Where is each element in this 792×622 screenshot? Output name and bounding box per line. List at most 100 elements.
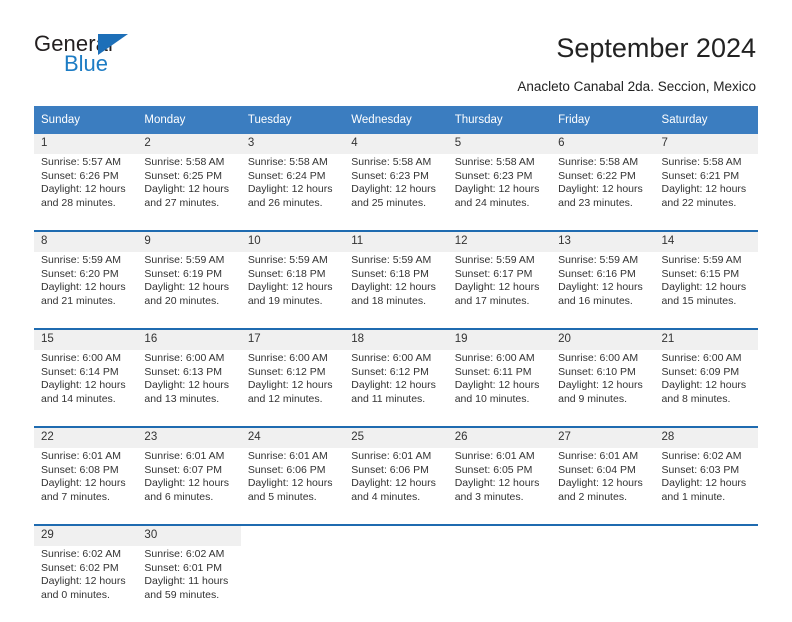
daylight-text-line1: Daylight: 12 hours bbox=[144, 379, 230, 392]
daylight-text-line1: Daylight: 12 hours bbox=[351, 379, 436, 392]
sunset-text: Sunset: 6:18 PM bbox=[351, 267, 429, 280]
day-info: Sunrise: 6:00 AM Sunset: 6:14 PM Daylight:… bbox=[34, 350, 138, 426]
daylight-text-line2: and 28 minutes. bbox=[41, 196, 116, 209]
sunrise-text: Sunrise: 6:00 AM bbox=[247, 352, 328, 364]
day-number[interactable]: 19 bbox=[447, 330, 552, 350]
day-number[interactable]: 16 bbox=[137, 330, 241, 350]
day-info: Sunrise: 5:59 AM Sunset: 6:15 PM Daylight:… bbox=[654, 252, 758, 328]
day-number[interactable]: 11 bbox=[344, 232, 448, 252]
sunrise-text: Sunrise: 5:59 AM bbox=[144, 254, 225, 266]
sunset-text: Sunset: 6:21 PM bbox=[661, 169, 740, 182]
daylight-text-line1: Daylight: 12 hours bbox=[661, 379, 747, 392]
day-info-row: Sunrise: 6:01 AM Sunset: 6:08 PM Daylight:… bbox=[34, 448, 758, 524]
day-number[interactable]: 14 bbox=[654, 232, 758, 252]
day-number[interactable]: 27 bbox=[551, 428, 655, 448]
day-number-row: 29 30 bbox=[34, 526, 758, 546]
daylight-text-line2: and 19 minutes. bbox=[247, 294, 323, 307]
day-number[interactable]: 18 bbox=[344, 330, 448, 350]
daylight-text-line2: and 23 minutes. bbox=[558, 196, 633, 209]
day-cell-empty bbox=[344, 526, 448, 546]
sunrise-text: Sunrise: 5:58 AM bbox=[558, 156, 639, 168]
sunrise-text: Sunrise: 6:00 AM bbox=[661, 352, 742, 364]
day-info: Sunrise: 5:59 AM Sunset: 6:20 PM Daylight:… bbox=[34, 252, 138, 328]
daylight-text-line1: Daylight: 12 hours bbox=[454, 379, 540, 392]
daylight-text-line2: and 0 minutes. bbox=[41, 588, 110, 601]
general-blue-logo: General Blue bbox=[34, 33, 234, 83]
day-info: Sunrise: 5:58 AM Sunset: 6:23 PM Daylight:… bbox=[447, 154, 552, 230]
daylight-text-line1: Daylight: 12 hours bbox=[558, 281, 643, 294]
daylight-text-line2: and 15 minutes. bbox=[661, 294, 737, 307]
day-number[interactable]: 10 bbox=[240, 232, 345, 252]
day-number[interactable]: 30 bbox=[137, 526, 241, 546]
daylight-text-line1: Daylight: 12 hours bbox=[351, 183, 436, 196]
daylight-text-line2: and 1 minute. bbox=[661, 490, 726, 503]
day-number[interactable]: 6 bbox=[551, 134, 655, 154]
daylight-text-line1: Daylight: 12 hours bbox=[454, 281, 540, 294]
day-number[interactable]: 26 bbox=[447, 428, 552, 448]
daylight-text-line1: Daylight: 12 hours bbox=[661, 281, 747, 294]
daylight-text-line2: and 10 minutes. bbox=[454, 392, 530, 405]
day-number[interactable]: 3 bbox=[240, 134, 345, 154]
daylight-text-line1: Daylight: 12 hours bbox=[661, 477, 747, 490]
day-number[interactable]: 24 bbox=[240, 428, 345, 448]
sunrise-text: Sunrise: 5:59 AM bbox=[247, 254, 328, 266]
daylight-text-line2: and 13 minutes. bbox=[144, 392, 220, 405]
day-info: Sunrise: 5:58 AM Sunset: 6:24 PM Daylight:… bbox=[240, 154, 345, 230]
daylight-text-line2: and 21 minutes. bbox=[41, 294, 116, 307]
sunrise-text: Sunrise: 6:01 AM bbox=[144, 450, 225, 462]
day-number[interactable]: 4 bbox=[344, 134, 448, 154]
day-number[interactable]: 1 bbox=[34, 134, 138, 154]
day-info: Sunrise: 5:59 AM Sunset: 6:19 PM Daylight:… bbox=[137, 252, 241, 328]
day-info-row: Sunrise: 5:59 AM Sunset: 6:20 PM Daylight:… bbox=[34, 252, 758, 328]
calendar-body: 1 2 3 4 5 6 7 Sunrise: 5:57 AM Sunset: 6:26 PM Da… bbox=[34, 134, 758, 622]
sunset-text: Sunset: 6:17 PM bbox=[454, 267, 533, 280]
day-info: Sunrise: 6:01 AM Sunset: 6:06 PM Daylight:… bbox=[344, 448, 448, 524]
daylight-text-line1: Daylight: 12 hours bbox=[247, 477, 333, 490]
daylight-text-line2: and 8 minutes. bbox=[661, 392, 731, 405]
day-info: Sunrise: 5:58 AM Sunset: 6:23 PM Daylight:… bbox=[344, 154, 448, 230]
daylight-text-line2: and 17 minutes. bbox=[454, 294, 530, 307]
daylight-text-line2: and 22 minutes. bbox=[661, 196, 737, 209]
day-number[interactable]: 20 bbox=[551, 330, 655, 350]
day-number[interactable]: 9 bbox=[137, 232, 241, 252]
sunrise-text: Sunrise: 5:58 AM bbox=[247, 156, 328, 168]
sunrise-text: Sunrise: 5:57 AM bbox=[41, 156, 121, 168]
daylight-text-line2: and 27 minutes. bbox=[144, 196, 220, 209]
sunrise-text: Sunrise: 6:01 AM bbox=[41, 450, 121, 462]
day-info: Sunrise: 6:01 AM Sunset: 6:06 PM Daylight:… bbox=[240, 448, 345, 524]
day-number[interactable]: 12 bbox=[447, 232, 552, 252]
sunrise-text: Sunrise: 5:59 AM bbox=[558, 254, 639, 266]
day-number[interactable]: 17 bbox=[240, 330, 345, 350]
day-number[interactable]: 29 bbox=[34, 526, 138, 546]
page-header: General Blue September 2024 Anacleto Can… bbox=[0, 0, 792, 100]
day-info-empty bbox=[344, 546, 448, 622]
sunrise-text: Sunrise: 5:59 AM bbox=[41, 254, 121, 266]
daylight-text-line1: Daylight: 12 hours bbox=[144, 183, 230, 196]
day-number[interactable]: 22 bbox=[34, 428, 138, 448]
day-number[interactable]: 13 bbox=[551, 232, 655, 252]
sunset-text: Sunset: 6:13 PM bbox=[144, 365, 223, 378]
day-number-row: 15 16 17 18 19 20 21 bbox=[34, 330, 758, 350]
daylight-text-line2: and 25 minutes. bbox=[351, 196, 426, 209]
day-info: Sunrise: 6:00 AM Sunset: 6:09 PM Daylight:… bbox=[654, 350, 758, 426]
day-number[interactable]: 21 bbox=[654, 330, 758, 350]
day-number[interactable]: 2 bbox=[137, 134, 241, 154]
weekday-header-friday: Friday bbox=[551, 106, 655, 134]
sunrise-text: Sunrise: 6:02 AM bbox=[144, 548, 225, 560]
day-info: Sunrise: 6:00 AM Sunset: 6:12 PM Daylight:… bbox=[240, 350, 345, 426]
day-number[interactable]: 23 bbox=[137, 428, 241, 448]
daylight-text-line2: and 7 minutes. bbox=[41, 490, 110, 503]
day-number[interactable]: 8 bbox=[34, 232, 138, 252]
weekday-header-wednesday: Wednesday bbox=[344, 106, 448, 134]
day-number[interactable]: 28 bbox=[654, 428, 758, 448]
sunset-text: Sunset: 6:23 PM bbox=[454, 169, 533, 182]
sunrise-text: Sunrise: 5:59 AM bbox=[661, 254, 742, 266]
day-number[interactable]: 15 bbox=[34, 330, 138, 350]
sunrise-text: Sunrise: 5:58 AM bbox=[661, 156, 742, 168]
day-number[interactable]: 25 bbox=[344, 428, 448, 448]
daylight-text-line2: and 26 minutes. bbox=[247, 196, 323, 209]
sunrise-text: Sunrise: 6:01 AM bbox=[351, 450, 432, 462]
day-number[interactable]: 5 bbox=[447, 134, 552, 154]
day-info: Sunrise: 6:00 AM Sunset: 6:11 PM Daylight:… bbox=[447, 350, 552, 426]
day-number[interactable]: 7 bbox=[654, 134, 758, 154]
